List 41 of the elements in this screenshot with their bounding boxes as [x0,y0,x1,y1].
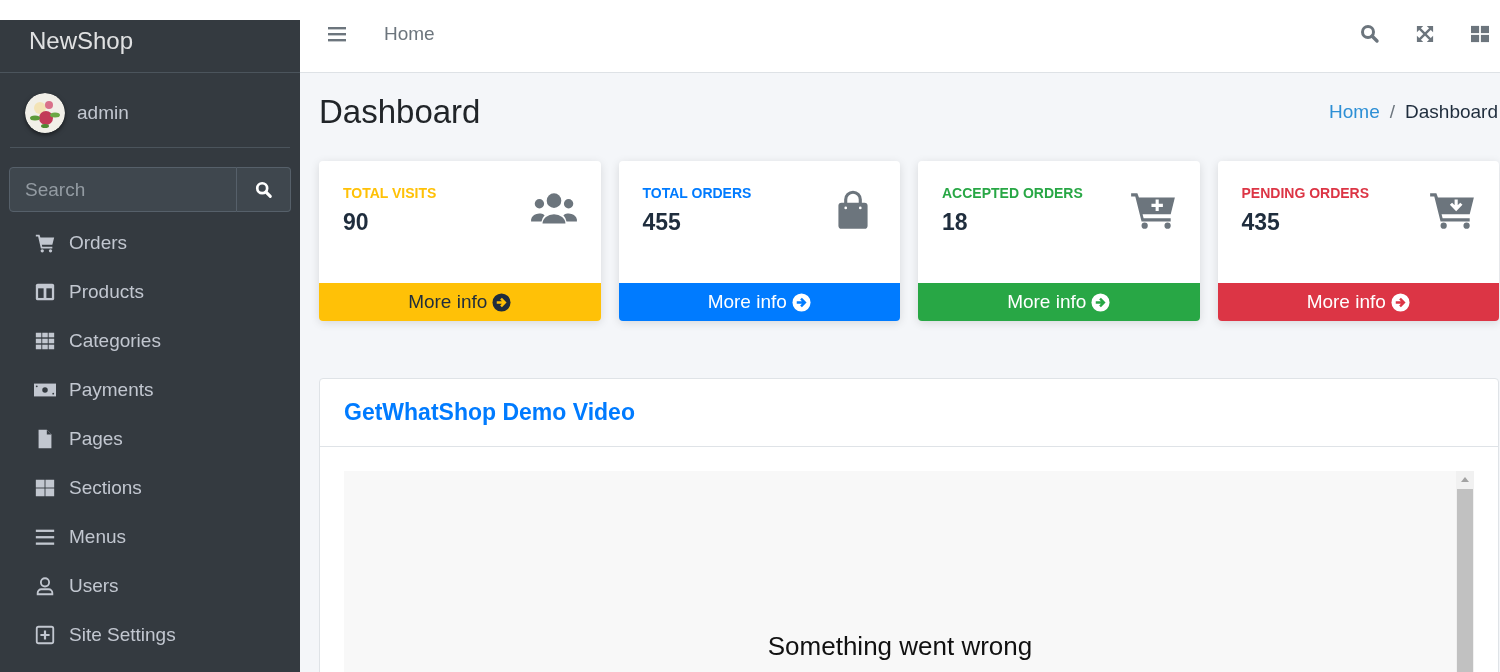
page-title: Dashboard [319,93,481,131]
stat-value: 18 [942,209,969,236]
stat-value: 435 [1241,209,1281,236]
scrollbar[interactable] [1456,471,1474,672]
search-button[interactable] [237,167,291,212]
card-title: GetWhatShop Demo Video [344,399,635,426]
more-info-link[interactable]: More info [1217,283,1499,321]
menu-icon[interactable] [328,26,346,42]
stat-label: PENDING ORDERS [1241,185,1370,201]
arrow-circle-icon [492,292,512,312]
breadcrumb-separator: / [1389,101,1396,123]
search-icon[interactable] [1360,24,1380,44]
search-field[interactable]: Search [9,167,237,212]
search-icon [254,180,273,199]
more-info-link[interactable]: More info [618,283,900,321]
nav-item[interactable]: Payments [0,365,300,414]
avatar [25,93,65,133]
nav-item[interactable]: Orders [0,218,300,267]
stat-label: ACCEPTED ORDERS [942,185,1083,201]
nav-item[interactable]: Site Settings [0,610,300,659]
plus-square-icon [33,623,57,646]
expand-icon[interactable] [1416,25,1434,43]
stat-label: TOTAL VISITS [343,185,437,201]
nav-item[interactable]: Menus [0,512,300,561]
more-info-link[interactable]: More info [319,283,601,321]
stat-value: 90 [343,209,370,236]
breadcrumb-item[interactable]: Dashboard [1405,101,1498,123]
arrow-circle-icon [1091,292,1111,312]
home-link[interactable]: Home [384,23,435,45]
stat-value: 455 [642,209,682,236]
arrow-circle-icon [1390,292,1410,312]
error-message: Something went wrong [766,631,1034,662]
nav-item[interactable]: Users [0,561,300,610]
arrow-circle-icon [791,292,811,312]
stat-label: TOTAL ORDERS [642,185,752,201]
nav-item[interactable]: Categories [0,316,300,365]
nav-item[interactable]: Products [0,267,300,316]
user-name[interactable]: admin [77,102,129,124]
nav-item[interactable]: Pages [0,414,300,463]
nav-item[interactable]: Sections [0,463,300,512]
grid-icon[interactable] [1470,25,1490,43]
